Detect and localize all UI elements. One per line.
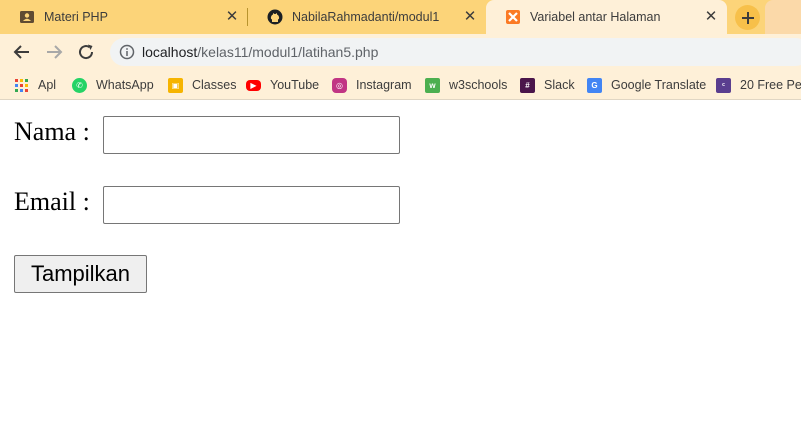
email-input[interactable] [103,186,400,224]
w3schools-icon: w [425,77,440,93]
arrow-left-icon [13,45,29,59]
url-path: /kelas11/modul1/latihan5.php [197,44,379,60]
reload-button[interactable] [74,40,98,64]
plus-icon [741,11,754,24]
new-tab-button[interactable] [735,5,760,30]
bookmark-20-free-pers[interactable]: c 20 Free Pers [716,76,801,94]
bookmark-classes[interactable]: ▣ Classes [168,76,236,94]
tab-strip-edge [765,0,801,34]
bookmark-label: Instagram [356,78,412,92]
browser-toolbar: localhost/kelas11/modul1/latihan5.php [0,34,801,70]
bookmark-slack[interactable]: # Slack [520,76,575,94]
google-translate-icon: G [587,77,602,93]
bookmark-instagram[interactable]: ◎ Instagram [332,76,412,94]
tab-github-modul1[interactable]: NabilaRahmadanti/modul1 ✕ [248,0,486,34]
google-classroom-icon: ▣ [168,77,183,93]
arrow-right-icon [47,45,63,59]
colorlib-icon: c [716,77,731,93]
bookmarks-bar: Apl ✆ WhatsApp ▣ Classes ▶ YouTube ◎ Ins… [0,70,801,100]
tab-strip: Materi PHP ✕ NabilaRahmadanti/modul1 ✕ V… [0,0,801,34]
bookmark-label: w3schools [449,78,508,92]
forward-button[interactable] [42,40,66,64]
email-label: Email : [14,187,90,216]
bookmark-label: 20 Free Pers [740,78,801,92]
page-content: Nama : Email : Tampilkan [0,101,801,448]
nama-input[interactable] [103,116,400,154]
bookmark-label: Classes [192,78,237,92]
close-tab-icon[interactable]: ✕ [703,9,719,25]
bookmark-google-translate[interactable]: G Google Translate [587,76,706,94]
whatsapp-icon: ✆ [72,77,87,93]
url-text: localhost/kelas11/modul1/latihan5.php [142,44,378,60]
tab-materi-php[interactable]: Materi PHP ✕ [0,0,248,34]
tab-title: Variabel antar Halaman [530,10,661,24]
url-host: localhost [142,44,198,60]
slack-icon: # [520,77,535,93]
close-tab-icon[interactable]: ✕ [224,9,240,25]
info-icon[interactable] [119,44,135,60]
github-icon [267,9,283,25]
back-button[interactable] [10,40,34,64]
bookmark-label: Slack [544,78,575,92]
address-bar[interactable]: localhost/kelas11/modul1/latihan5.php [110,38,801,66]
bookmark-label: Google Translate [611,78,707,92]
tab-variabel-antar-halaman[interactable]: Variabel antar Halaman ✕ [486,0,727,34]
tampilkan-button[interactable]: Tampilkan [14,255,147,293]
close-tab-icon[interactable]: ✕ [462,9,478,25]
bookmark-label: YouTube [270,78,320,92]
xampp-icon [506,10,520,24]
bookmark-w3schools[interactable]: w w3schools [425,76,507,94]
bookmark-apps[interactable]: Apl [14,76,56,94]
bookmark-youtube[interactable]: ▶ YouTube [246,76,319,94]
youtube-icon: ▶ [246,79,261,91]
reload-icon [79,44,94,60]
nama-label: Nama : [14,117,90,146]
bookmark-label: Apl [38,78,57,92]
bookmark-label: WhatsApp [96,78,154,92]
instagram-icon: ◎ [332,77,347,93]
contact-card-icon [20,11,34,23]
tab-title: Materi PHP [44,10,108,24]
apps-grid-icon [15,78,28,92]
bookmark-whatsapp[interactable]: ✆ WhatsApp [72,76,154,94]
tab-title: NabilaRahmadanti/modul1 [292,10,440,24]
